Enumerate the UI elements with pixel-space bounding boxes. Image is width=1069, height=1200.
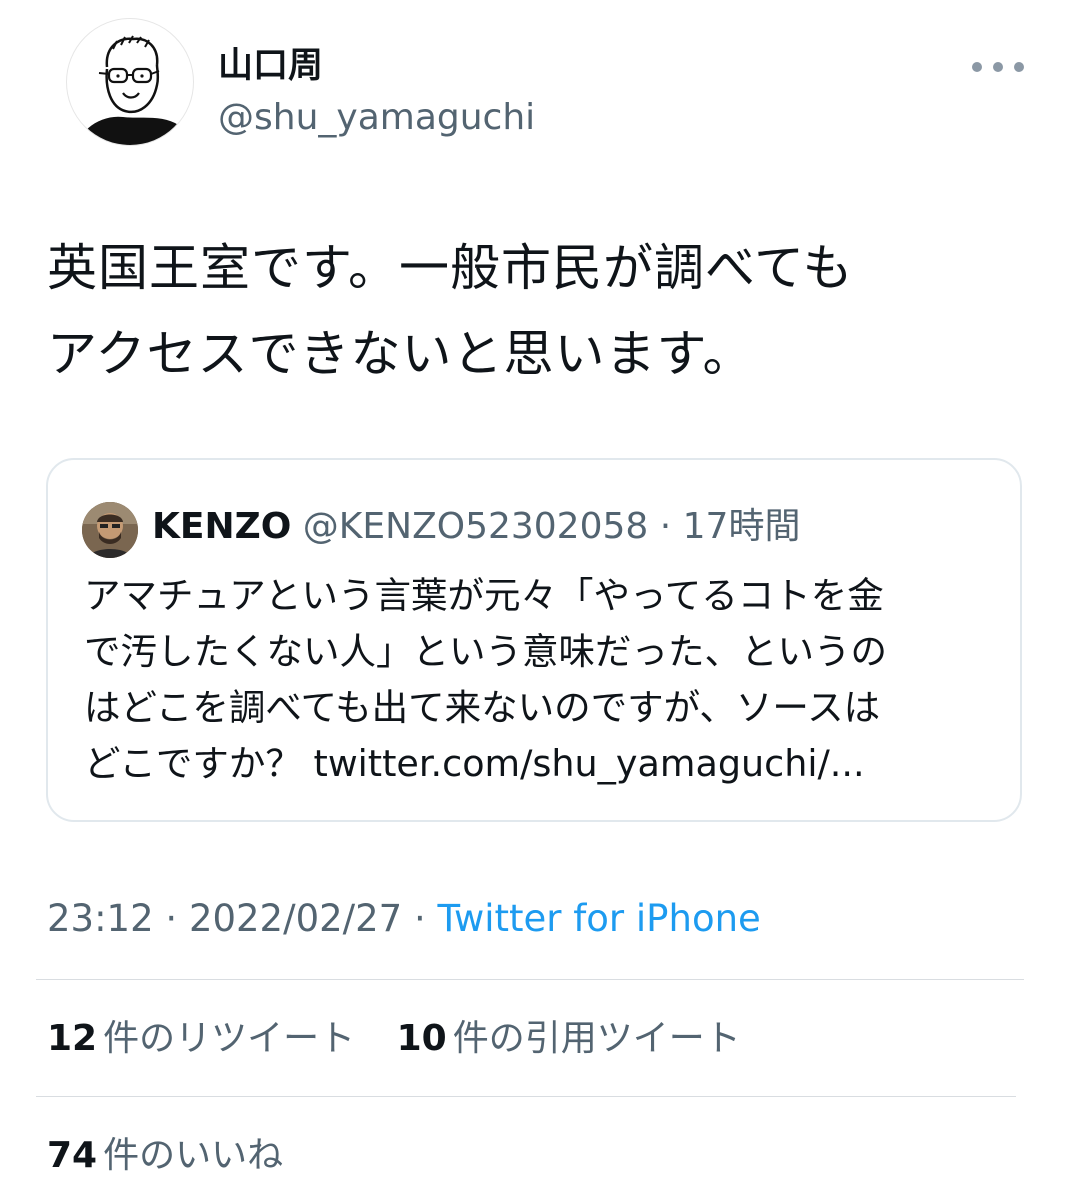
quoted-author-avatar [82,502,138,558]
quoted-author-name: KENZO [152,506,292,547]
tweet-date[interactable]: 2022/02/27 [189,897,402,940]
tweet-text-line: アクセスできないと思います。 [47,325,754,383]
author-handle[interactable]: @shu_yamaguchi [218,96,535,140]
quoted-tweet-header: KENZO @KENZO52302058 · 17時間 [152,504,800,550]
quotes-label: 件の引用ツイート [452,1018,741,1059]
quotes-stat[interactable]: 10 件の引用ツイート [397,1014,741,1064]
quoted-tweet-text: アマチュアという言葉が元々「やってるコトを金 で汚したくない人」という意味だった… [84,568,1004,792]
quoted-tweet-text-line: はどこを調べても出て来ないのですが、ソースは [84,686,881,729]
quoted-tweet-text-line: どこですか？ twitter.com/shu_yamaguchi/... [84,742,865,785]
divider [36,1096,1016,1097]
quoted-meta-separator: · [648,506,683,547]
author-display-name[interactable]: 山口周 [218,44,323,88]
tweet-text: 英国王室です。一般市民が調べても アクセスできないと思います。 [47,225,1037,397]
divider [36,979,1024,980]
more-horizontal-icon-dot [993,62,1003,72]
retweets-stat[interactable]: 12 件のリツイート [47,1014,355,1064]
retweet-quote-stats: 12 件のリツイート 10 件の引用ツイート [47,1014,741,1064]
meta-separator: · [402,897,438,940]
quoted-tweet-text-line: で汚したくない人」という意味だった、というの [84,630,887,673]
more-options-button[interactable] [972,52,1024,82]
more-horizontal-icon-dot [1014,62,1024,72]
tweet-time[interactable]: 23:12 [47,897,154,940]
retweets-label: 件のリツイート [103,1018,356,1059]
likes-label: 件のいいね [103,1135,284,1176]
quoted-tweet-time: 17時間 [682,506,801,547]
quoted-author-avatar-photo [82,502,138,558]
tweet-source-link[interactable]: Twitter for iPhone [438,897,761,940]
quoted-tweet-text-line: アマチュアという言葉が元々「やってるコトを金 [84,574,884,617]
tweet-meta-line: 23:12 · 2022/02/27 · Twitter for iPhone [47,893,761,945]
likes-stats: 74 件のいいね [47,1131,283,1181]
likes-count: 74 [47,1135,98,1176]
author-avatar[interactable] [66,18,194,146]
retweets-count: 12 [47,1018,98,1059]
quoted-author-handle: @KENZO52302058 [302,506,649,547]
quotes-count: 10 [396,1018,447,1059]
author-avatar-drawing [77,35,193,145]
likes-stat[interactable]: 74 件のいいね [47,1131,283,1181]
meta-separator: · [153,897,189,940]
more-horizontal-icon [972,62,982,72]
tweet-text-line: 英国王室です。一般市民が調べても [47,239,854,297]
quoted-tweet-card[interactable]: KENZO @KENZO52302058 · 17時間 アマチュアという言葉が元… [46,458,1022,822]
